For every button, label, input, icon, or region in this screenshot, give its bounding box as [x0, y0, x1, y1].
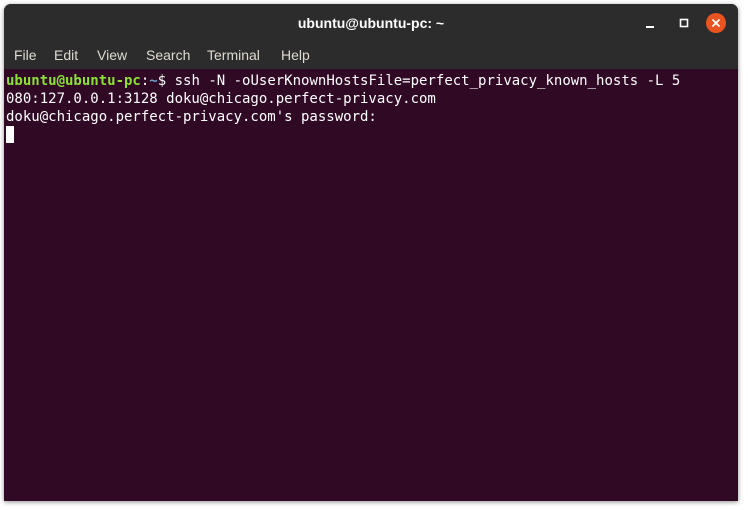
prompt-symbol: $	[157, 73, 167, 89]
minimize-button[interactable]	[640, 13, 660, 33]
text-cursor	[6, 126, 14, 143]
terminal-window: ubuntu@ubuntu-pc: ~ File Edit View Searc…	[4, 4, 738, 501]
maximize-icon	[679, 18, 689, 28]
title-bar[interactable]: ubuntu@ubuntu-pc: ~	[4, 4, 738, 42]
terminal-output[interactable]: ubuntu@ubuntu-pc:~$ ssh -N -oUserKnownHo…	[4, 69, 738, 501]
menu-bar: File Edit View Search Terminal Help	[4, 42, 738, 69]
prompt-path: ~	[149, 73, 158, 89]
menu-help[interactable]: Help	[281, 42, 310, 69]
menu-terminal[interactable]: Terminal	[207, 42, 260, 69]
minimize-icon	[646, 26, 654, 28]
close-icon	[706, 13, 726, 33]
maximize-button[interactable]	[674, 13, 694, 33]
menu-view[interactable]: View	[97, 42, 127, 69]
menu-file[interactable]: File	[14, 42, 37, 69]
command-text: ssh -N -oUserKnownHostsFile=perfect_priv…	[166, 73, 681, 89]
command-line: ubuntu@ubuntu-pc:~$ ssh -N -oUserKnownHo…	[6, 72, 680, 90]
prompt-user: ubuntu@ubuntu-pc	[6, 73, 141, 89]
window-title: ubuntu@ubuntu-pc: ~	[297, 15, 445, 31]
menu-search[interactable]: Search	[146, 42, 190, 69]
command-continuation: 080:127.0.0.1:3128 doku@chicago.perfect-…	[6, 91, 436, 107]
password-prompt: doku@chicago.perfect-privacy.com's passw…	[6, 109, 377, 125]
menu-edit[interactable]: Edit	[54, 42, 78, 69]
close-button[interactable]	[706, 13, 726, 33]
